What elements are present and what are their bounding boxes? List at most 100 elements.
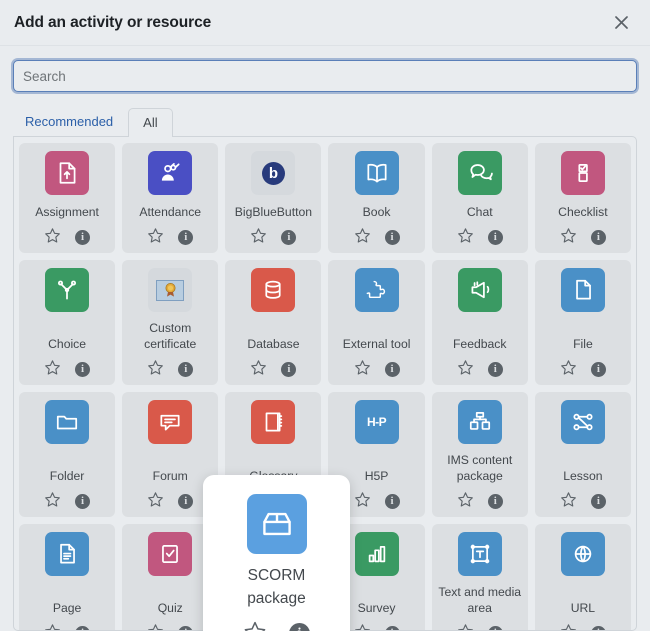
h5p-glyph: H-P bbox=[366, 415, 387, 429]
info-button[interactable]: i bbox=[75, 493, 91, 509]
star-outline-icon bbox=[457, 359, 474, 379]
activity-card-label: Custom certificate bbox=[144, 321, 197, 351]
favourite-star-button[interactable] bbox=[354, 623, 371, 630]
star-outline-icon bbox=[250, 359, 267, 379]
info-icon: i bbox=[384, 493, 400, 509]
favourite-star-button[interactable] bbox=[250, 359, 267, 379]
favourite-star-button[interactable] bbox=[44, 227, 61, 247]
favourite-star-button[interactable] bbox=[560, 359, 577, 379]
activity-card-label: Forum bbox=[152, 469, 188, 483]
info-icon: i bbox=[487, 361, 503, 377]
favourite-star-button[interactable] bbox=[354, 227, 371, 247]
assignment-icon bbox=[45, 151, 90, 195]
favourite-star-button[interactable] bbox=[354, 491, 371, 511]
activity-card[interactable]: External tool i bbox=[328, 260, 425, 385]
info-button[interactable]: i bbox=[590, 361, 606, 377]
info-icon: i bbox=[384, 229, 400, 245]
star-outline-icon bbox=[457, 227, 474, 247]
activity-card-label: Page bbox=[52, 601, 82, 615]
favourite-star-button[interactable] bbox=[147, 623, 164, 630]
info-button[interactable]: i bbox=[590, 625, 606, 630]
info-button[interactable]: i bbox=[178, 361, 194, 377]
card-actions: i bbox=[354, 491, 400, 511]
info-button[interactable]: i bbox=[75, 361, 91, 377]
choice-icon bbox=[45, 268, 90, 312]
info-button[interactable]: i bbox=[281, 229, 297, 245]
activity-card[interactable]: Attendance i bbox=[122, 143, 219, 253]
activity-card-label: Text and media area bbox=[438, 585, 522, 615]
activity-card[interactable]: Text and media area i bbox=[431, 524, 528, 630]
favourite-star-button[interactable] bbox=[457, 359, 474, 379]
scorm-package-icon bbox=[246, 494, 307, 554]
activity-card[interactable]: Checklist i bbox=[534, 143, 631, 253]
info-button[interactable]: i bbox=[384, 493, 400, 509]
info-button[interactable]: i bbox=[384, 361, 400, 377]
activity-card[interactable]: Choice i bbox=[19, 260, 116, 385]
forum-icon bbox=[148, 400, 193, 444]
activity-card[interactable]: Folder i bbox=[19, 392, 116, 517]
info-button[interactable]: i bbox=[178, 493, 194, 509]
search-input[interactable] bbox=[13, 60, 637, 92]
favourite-star-button[interactable] bbox=[457, 623, 474, 630]
card-actions: i bbox=[147, 623, 194, 630]
info-button[interactable]: i bbox=[178, 625, 194, 630]
info-button[interactable]: i bbox=[487, 493, 503, 509]
favourite-star-button[interactable] bbox=[354, 359, 371, 379]
favourite-star-button[interactable] bbox=[560, 227, 577, 247]
info-button[interactable]: i bbox=[590, 493, 606, 509]
favourite-star-button[interactable] bbox=[44, 491, 61, 511]
card-actions: i bbox=[354, 359, 400, 379]
activity-card[interactable]: IMS content package i bbox=[431, 392, 528, 517]
favourite-star-button[interactable] bbox=[560, 623, 577, 630]
info-icon: i bbox=[590, 493, 606, 509]
info-button[interactable]: i bbox=[487, 625, 503, 630]
favourite-star-button[interactable] bbox=[560, 491, 577, 511]
favourite-star-button[interactable] bbox=[44, 359, 61, 379]
favourite-star-button[interactable] bbox=[44, 623, 61, 630]
favourite-star-button[interactable] bbox=[147, 491, 164, 511]
info-button[interactable]: i bbox=[75, 229, 91, 245]
info-icon: i bbox=[178, 229, 194, 245]
modal-body: Recommended All Assignment i Attendance … bbox=[0, 46, 650, 631]
activity-card[interactable]: Database i bbox=[225, 260, 322, 385]
tab-bar: Recommended All bbox=[13, 107, 637, 137]
info-button[interactable]: i bbox=[590, 229, 606, 245]
favourite-star-button[interactable] bbox=[457, 491, 474, 511]
info-button[interactable]: i bbox=[178, 229, 194, 245]
favourite-star-button[interactable] bbox=[147, 227, 164, 247]
activity-card[interactable]: URL i bbox=[534, 524, 631, 630]
favourite-star-button[interactable] bbox=[250, 227, 267, 247]
activity-card[interactable]: Lesson i bbox=[534, 392, 631, 517]
info-button[interactable]: i bbox=[487, 361, 503, 377]
activity-card[interactable]: b BigBlueButton i bbox=[225, 143, 322, 253]
favourite-star-button[interactable] bbox=[147, 359, 164, 379]
info-button[interactable]: i bbox=[384, 229, 400, 245]
external-tool-icon bbox=[354, 268, 399, 312]
scorm-package-hover-card[interactable]: SCORM package i bbox=[203, 475, 350, 631]
close-button[interactable] bbox=[608, 10, 634, 36]
favourite-star-button[interactable] bbox=[457, 227, 474, 247]
activity-card-label: Assignment bbox=[35, 205, 99, 219]
star-outline-icon bbox=[250, 227, 267, 247]
tab-recommended[interactable]: Recommended bbox=[13, 107, 128, 136]
activity-card[interactable]: File i bbox=[534, 260, 631, 385]
info-button[interactable]: i bbox=[384, 625, 400, 630]
info-button[interactable]: i bbox=[487, 229, 503, 245]
activity-card[interactable]: Page i bbox=[19, 524, 116, 630]
activity-card[interactable]: Custom certificate i bbox=[122, 260, 219, 385]
info-button[interactable]: i bbox=[75, 625, 91, 630]
tab-all[interactable]: All bbox=[128, 108, 173, 137]
ims-content-package-icon bbox=[457, 400, 502, 444]
info-button[interactable]: i bbox=[281, 361, 297, 377]
info-icon: i bbox=[384, 361, 400, 377]
card-actions: i bbox=[354, 623, 400, 630]
favourite-star-button[interactable] bbox=[243, 620, 267, 631]
activity-card[interactable]: Chat i bbox=[431, 143, 528, 253]
activity-card-label: Chat bbox=[466, 205, 493, 219]
activity-card[interactable]: Feedback i bbox=[431, 260, 528, 385]
star-outline-icon bbox=[560, 227, 577, 247]
info-button[interactable]: i bbox=[289, 623, 310, 631]
activity-card[interactable]: Book i bbox=[328, 143, 425, 253]
star-outline-icon bbox=[44, 359, 61, 379]
activity-card[interactable]: Assignment i bbox=[19, 143, 116, 253]
